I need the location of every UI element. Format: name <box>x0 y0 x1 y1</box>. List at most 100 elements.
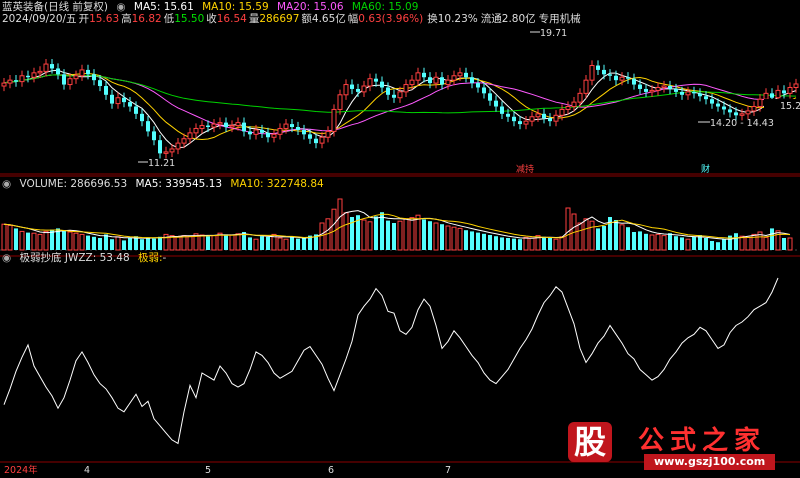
volume-value: 286697 <box>259 13 300 25</box>
candle-body <box>397 91 403 99</box>
settings-icon[interactable]: ◉ <box>116 1 125 13</box>
volume-bar <box>577 222 583 251</box>
volume-bar <box>745 236 751 251</box>
candle-body <box>98 80 102 87</box>
volume-bar <box>343 212 349 251</box>
volume-bar <box>440 224 444 250</box>
candle-body <box>596 65 600 70</box>
change-value: 0.63(3.96%) <box>358 13 424 25</box>
volume-bar <box>668 233 672 250</box>
candle-body <box>451 75 457 81</box>
candle-body <box>187 132 193 140</box>
ma20-readout: MA20: 15.06 <box>276 1 344 13</box>
candle-body <box>728 109 732 113</box>
candle-body <box>37 70 43 74</box>
volume-bar <box>146 237 150 250</box>
volume-bar <box>488 235 492 250</box>
x-tick-label: 4 <box>84 465 90 475</box>
volume-panel-header: ◉ VOLUME: 286696.53 MA5: 339545.13 MA10:… <box>2 178 329 190</box>
volume-bar <box>644 233 648 250</box>
candle-body <box>710 99 714 104</box>
candle-body <box>614 75 618 81</box>
volume-bar <box>680 237 684 250</box>
candle-body <box>542 113 546 119</box>
candle-body <box>577 92 583 103</box>
candle-body <box>248 131 252 135</box>
volume-ma5-line <box>3 210 791 240</box>
close-value: 16.54 <box>216 13 247 25</box>
candle-body <box>7 79 13 84</box>
candle-body <box>506 113 510 117</box>
amount-value: 4.65亿 <box>311 13 346 25</box>
candle-body <box>787 86 793 94</box>
volume-bar <box>494 236 498 250</box>
volume-bar <box>739 235 745 251</box>
candle-body <box>745 110 751 115</box>
volume-bar <box>674 236 678 250</box>
low-value: 15.50 <box>174 13 205 25</box>
volume-bar <box>235 233 241 251</box>
candle-body <box>482 87 486 94</box>
volume-bar <box>457 227 463 251</box>
candle-body <box>422 72 426 78</box>
low-price-label: 11.21 <box>148 158 175 169</box>
volume-bar <box>187 235 193 251</box>
event-mark-1[interactable]: 减持 <box>516 163 534 175</box>
volume-bar <box>782 238 786 250</box>
candle-body <box>224 122 228 128</box>
candle-body <box>302 129 306 135</box>
candle-body <box>523 120 529 125</box>
candle-body <box>457 72 463 77</box>
candle-body <box>128 102 132 107</box>
volume-bar <box>152 238 156 250</box>
candle-body <box>445 79 451 86</box>
volume-bar <box>206 236 210 250</box>
volume-bar <box>86 235 90 250</box>
volume-bar <box>428 221 432 250</box>
volume-bar <box>92 236 96 250</box>
candle-body <box>403 84 409 93</box>
high-value: 16.82 <box>131 13 162 25</box>
volume-bar <box>110 239 114 250</box>
candle-body <box>67 78 73 86</box>
settings-icon[interactable]: ◉ <box>2 252 11 264</box>
candle-body <box>488 93 492 101</box>
chart-canvas[interactable]: 19.71 11.21 14.20 - 14.43 15.24 减持 财 202… <box>0 0 800 476</box>
candle-body <box>271 133 277 138</box>
candle-body <box>193 127 199 134</box>
change-label: 幅 <box>347 13 359 25</box>
volume-bar <box>158 236 162 250</box>
volume-bar <box>482 233 486 250</box>
candle-body <box>793 83 799 88</box>
volume-bar <box>31 232 37 251</box>
ma10-readout: MA10: 15.59 <box>202 1 269 13</box>
volume-bar <box>512 238 516 250</box>
settings-icon[interactable]: ◉ <box>2 178 11 190</box>
candle-body <box>602 69 606 75</box>
candle-body <box>782 90 786 94</box>
candle-body <box>619 76 625 81</box>
candle-body <box>386 87 390 95</box>
candle-body <box>319 136 325 144</box>
volume-bar <box>655 233 661 251</box>
candle-body <box>751 106 757 112</box>
candle-body <box>494 100 498 107</box>
candle-body <box>242 122 246 132</box>
event-mark-2[interactable]: 财 <box>701 163 710 175</box>
open-value: 15.63 <box>89 13 120 25</box>
candle-body <box>361 85 367 93</box>
candle-body <box>500 106 504 114</box>
candle-body <box>266 132 270 138</box>
volume-bar <box>367 221 373 251</box>
jwzz-readout: 极弱抄底 JWZZ: 53.48 <box>19 252 130 264</box>
candle-body <box>583 79 589 94</box>
stock-chart-window: 19.71 11.21 14.20 - 14.43 15.24 减持 财 202… <box>0 0 800 476</box>
volume-bar <box>415 214 421 251</box>
volume-bar <box>128 238 132 250</box>
volume-bar <box>763 236 769 251</box>
candle-body <box>308 134 312 139</box>
candle-body <box>571 101 577 108</box>
volume-bar <box>37 233 43 251</box>
candlestick-series <box>1 58 799 159</box>
volume-bar <box>386 220 390 250</box>
